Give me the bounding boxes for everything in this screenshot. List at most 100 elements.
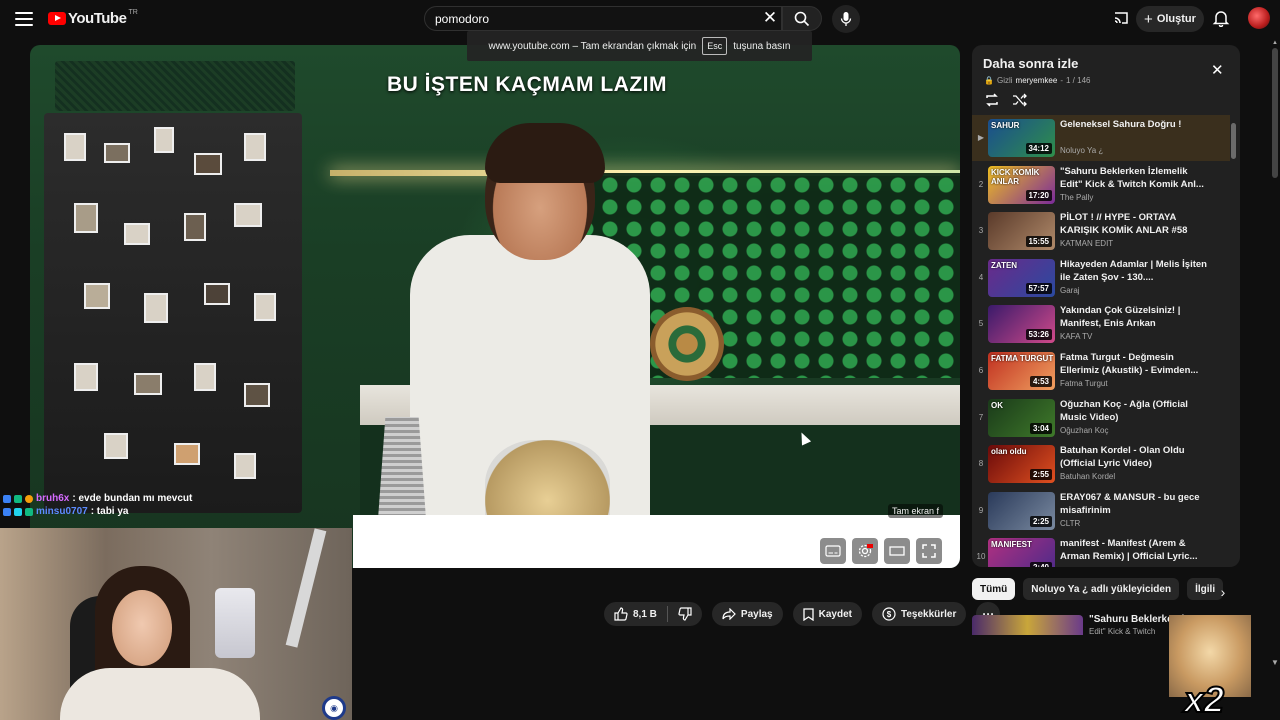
playlist-item-title[interactable]: Batuhan Kordel - Olan Oldu (Official Lyr… (1060, 444, 1210, 470)
video-duration: 57:57 (1025, 282, 1052, 294)
shuffle-icon[interactable] (1012, 93, 1028, 107)
playlist-item-channel[interactable]: Batuhan Kordel (1060, 472, 1115, 481)
playlist-item-title[interactable]: Fatma Turgut - Değmesin Ellerimiz (Akust… (1060, 351, 1210, 377)
menu-icon[interactable] (13, 9, 35, 29)
playlist-item-channel[interactable]: KATMAN EDIT (1060, 239, 1113, 248)
playlist-item-thumbnail[interactable]: MANIFEST 2:40 (988, 538, 1055, 567)
logo-text: YouTube (68, 10, 127, 27)
thanks-button[interactable]: $ Teşekkürler (871, 602, 967, 626)
playlist-item-title[interactable]: Geleneksel Sahura Doğru ! (1060, 118, 1210, 131)
subtitles-icon[interactable] (820, 538, 846, 564)
playlist-item[interactable]: 2 KICK KOMİK ANLAR 17:20 "Sahuru Beklerken … (972, 162, 1230, 208)
fullscreen-icon[interactable] (916, 538, 942, 564)
fullscreen-notice-suffix: tuşuna basın (733, 40, 791, 52)
playlist-scrollbar-thumb[interactable] (1231, 123, 1236, 159)
playlist-item-index: 3 (978, 226, 984, 236)
voice-search-button[interactable] (832, 5, 860, 33)
scrollbar-thumb[interactable] (1272, 48, 1278, 178)
playlist-item-title[interactable]: PİLOT ! // HYPE - ORTAYA KARIŞIK KOMİK A… (1060, 211, 1210, 237)
search-input[interactable]: pomodoro (424, 6, 782, 31)
playlist-item[interactable]: 8 olan oldu 2:55 Batuhan Kordel - Olan Oldu… (972, 441, 1230, 487)
theater-icon[interactable] (884, 538, 910, 564)
chevron-right-icon[interactable]: › (1212, 581, 1234, 603)
cast-icon[interactable] (1113, 10, 1129, 31)
settings-icon[interactable] (852, 538, 878, 564)
playlist-item-thumbnail[interactable]: SAHUR 34:12 (988, 119, 1055, 157)
close-icon[interactable]: ✕ (1211, 61, 1224, 79)
playlist-item-title[interactable]: Oğuzhan Koç - Ağla (Official Music Video… (1060, 398, 1210, 424)
playlist-item-channel[interactable]: Oğuzhan Koç (1060, 426, 1108, 435)
playlist-item[interactable]: 6 FATMA TURGUT 4:53 Fatma Turgut - Değmesin… (972, 348, 1230, 394)
lock-icon: 🔒 (984, 76, 994, 85)
playlist-item-title[interactable]: ERAY067 & MANSUR - bu gece misafirinim (1060, 491, 1210, 517)
playlist-title[interactable]: Daha sonra izle (983, 56, 1078, 71)
playlist-item[interactable]: ▶ SAHUR 34:12 Geleneksel Sahura Doğru ! Nolu… (972, 115, 1230, 161)
chat-text: : tabi ya (90, 506, 129, 517)
playlist-item-title[interactable]: Yakından Çok Güzelsiniz! | Manifest, Eni… (1060, 304, 1210, 330)
dislike-button[interactable] (668, 602, 702, 626)
playlist-item[interactable]: 10 MANIFEST 2:40 manifest - Manifest (Arem … (972, 534, 1230, 567)
playlist-item-channel[interactable]: CLTR (1060, 519, 1080, 528)
playlist-owner[interactable]: meryemkee (1016, 76, 1058, 85)
playlist-item-index: ▶ (977, 133, 985, 142)
like-button[interactable]: 8,1 B (604, 602, 667, 626)
playlist-item[interactable]: 5 53:26 Yakından Çok Güzelsiniz! | Manifes… (972, 301, 1230, 347)
playlist-items: ▶ SAHUR 34:12 Geleneksel Sahura Doğru ! Nolu… (972, 115, 1230, 567)
loop-icon[interactable] (984, 93, 1000, 107)
playlist-item-thumbnail[interactable]: olan oldu 2:55 (988, 445, 1055, 484)
playlist-item-index: 7 (978, 412, 984, 422)
playlist-scrollbar[interactable] (1230, 115, 1238, 567)
playlist-item-channel[interactable]: KAFA TV (1060, 332, 1092, 341)
chat-message: bruh6x : evde bundan mı mevcut (0, 492, 192, 505)
video-controls (820, 537, 942, 565)
scroll-up-icon[interactable]: ▲ (1272, 40, 1278, 46)
video-overlay-title: BU İŞTEN KAÇMAM LAZIM (387, 73, 667, 96)
clear-icon[interactable]: ✕ (760, 8, 780, 28)
playlist-position: 1 / 146 (1066, 76, 1091, 85)
page-scrollbar[interactable]: ▲ ▼ (1270, 40, 1280, 720)
playlist-item[interactable]: 9 2:25 ERAY067 & MANSUR - bu gece misafiri… (972, 488, 1230, 534)
playlist-item-thumbnail[interactable]: 53:26 (988, 305, 1055, 344)
fullscreen-notice-prefix: www.youtube.com – Tam ekrandan çıkmak iç… (488, 40, 697, 52)
playlist-item-title[interactable]: manifest - Manifest (Arem & Arman Remix)… (1060, 537, 1210, 563)
streamer-body (60, 668, 260, 720)
playlist-item[interactable]: 4 ZATEN 57:57 Hikayeden Adamlar | Melis İşi… (972, 255, 1230, 301)
scroll-down-icon[interactable]: ▼ (1271, 658, 1279, 667)
recommended-subtitle: Edit" Kick & Twitch (1089, 627, 1156, 636)
playlist-item-index: 6 (978, 366, 984, 375)
thanks-label: Teşekkürler (900, 608, 957, 620)
eye-charm-icon: ◉ (322, 696, 346, 720)
video-player[interactable]: BU İŞTEN KAÇMAM LAZIM Tam ekran f (30, 45, 960, 568)
playlist-item[interactable]: 3 15:55 PİLOT ! // HYPE - ORTAYA KARIŞIK K… (972, 208, 1230, 254)
playlist-item-title[interactable]: Hikayeden Adamlar | Melis İşiten ile Zat… (1060, 258, 1210, 284)
youtube-logo[interactable]: YouTube TR (48, 9, 138, 27)
playlist-item-thumbnail[interactable]: 2:25 (988, 491, 1055, 530)
playlist-item-thumbnail[interactable]: 15:55 (988, 212, 1055, 251)
playlist-item-title[interactable]: "Sahuru Beklerken İzlemelik Edit" Kick &… (1060, 165, 1210, 191)
playlist-item-channel[interactable]: Garaj (1060, 286, 1080, 295)
create-button[interactable]: + Oluştur (1136, 6, 1204, 32)
playlist-item-channel[interactable]: Fatma Turgut (1060, 379, 1108, 388)
recommended-thumbnail[interactable] (972, 615, 1083, 635)
thumbnail-text: olan oldu (991, 447, 1027, 457)
avatar[interactable] (1248, 7, 1270, 29)
mic-icon (840, 12, 852, 26)
playlist-item-index: 4 (978, 272, 984, 282)
playlist-item-thumbnail[interactable]: FATMA TURGUT 4:53 (988, 352, 1055, 390)
playlist-item-channel[interactable]: Noluyo Ya ¿ (1060, 146, 1103, 155)
playlist-item-channel[interactable]: The Pally (1060, 193, 1093, 202)
filter-chip[interactable]: Noluyo Ya ¿ adlı yükleyiciden (1023, 578, 1180, 600)
video-duration: 2:40 (1029, 562, 1052, 567)
playlist-item[interactable]: 7 OK 3:04 Oğuzhan Koç - Ağla (Official Musi… (972, 395, 1230, 441)
filter-chip[interactable]: Tümü (972, 578, 1016, 600)
plus-icon: + (1144, 10, 1153, 28)
share-button[interactable]: Paylaş (711, 602, 783, 626)
playlist-item-thumbnail[interactable]: ZATEN 57:57 (988, 258, 1055, 297)
playlist-item-thumbnail[interactable]: OK 3:04 (988, 398, 1055, 437)
search-button[interactable] (782, 6, 822, 31)
video-progress-bar[interactable] (380, 525, 940, 528)
microphone (215, 588, 255, 658)
bell-icon[interactable] (1212, 9, 1230, 32)
save-button[interactable]: Kaydet (792, 602, 862, 626)
playlist-item-thumbnail[interactable]: KICK KOMİK ANLAR 17:20 (988, 165, 1055, 204)
